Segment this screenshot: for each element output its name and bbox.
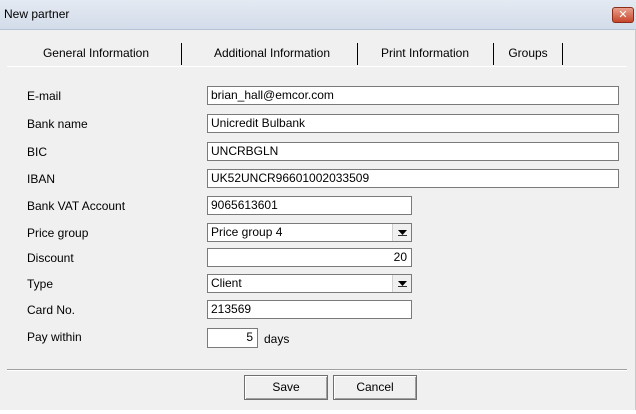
bic-field[interactable]: UNCRBGLN [207, 142, 619, 161]
email-field[interactable]: brian_hall@emcor.com [207, 86, 619, 105]
tab-general-information[interactable]: General Information [24, 43, 168, 63]
divider [7, 369, 627, 371]
price-group-label: Price group [27, 226, 89, 240]
iban-label: IBAN [27, 172, 56, 186]
close-icon: ✕ [618, 9, 628, 21]
tab-separator [181, 43, 182, 65]
tab-separator [357, 43, 358, 65]
bic-label: BIC [27, 145, 48, 159]
price-group-value: Price group 4 [211, 225, 283, 239]
tab-separator [562, 43, 563, 65]
new-partner-dialog: New partner ✕ General Information Additi… [0, 0, 636, 414]
email-label: E-mail [27, 89, 62, 103]
card-no-field[interactable]: 213569 [207, 300, 412, 319]
card-no-label: Card No. [27, 303, 76, 317]
tab-groups[interactable]: Groups [502, 43, 554, 63]
title-bar: New partner ✕ [0, 0, 636, 30]
save-button[interactable]: Save [244, 375, 328, 400]
tab-print-information[interactable]: Print Information [370, 43, 480, 63]
type-value: Client [211, 276, 242, 290]
type-select[interactable]: Client [207, 274, 412, 293]
discount-label: Discount [27, 251, 74, 265]
bank-name-label: Bank name [27, 117, 88, 131]
window-title: New partner [4, 7, 70, 21]
bottom-border [0, 410, 636, 414]
bank-vat-account-label: Bank VAT Account [27, 199, 126, 213]
tab-additional-information[interactable]: Additional Information [200, 43, 344, 63]
pay-within-label: Pay within [27, 330, 82, 344]
pay-within-unit: days [264, 332, 290, 346]
chevron-down-icon[interactable] [392, 275, 411, 292]
bank-name-field[interactable]: Unicredit Bulbank [207, 114, 619, 133]
discount-field[interactable]: 20 [207, 248, 412, 267]
tab-separator [493, 43, 494, 65]
type-label: Type [27, 277, 54, 291]
chevron-down-icon[interactable] [392, 224, 411, 241]
close-button[interactable]: ✕ [612, 7, 634, 23]
tab-bar: General Information Additional Informati… [0, 34, 636, 66]
price-group-select[interactable]: Price group 4 [207, 223, 412, 242]
general-information-panel [7, 66, 627, 370]
bank-vat-account-field[interactable]: 9065613601 [207, 196, 412, 215]
pay-within-field[interactable]: 5 [207, 328, 258, 348]
cancel-button[interactable]: Cancel [333, 375, 417, 400]
iban-field[interactable]: UK52UNCR96601002033509 [207, 169, 619, 188]
